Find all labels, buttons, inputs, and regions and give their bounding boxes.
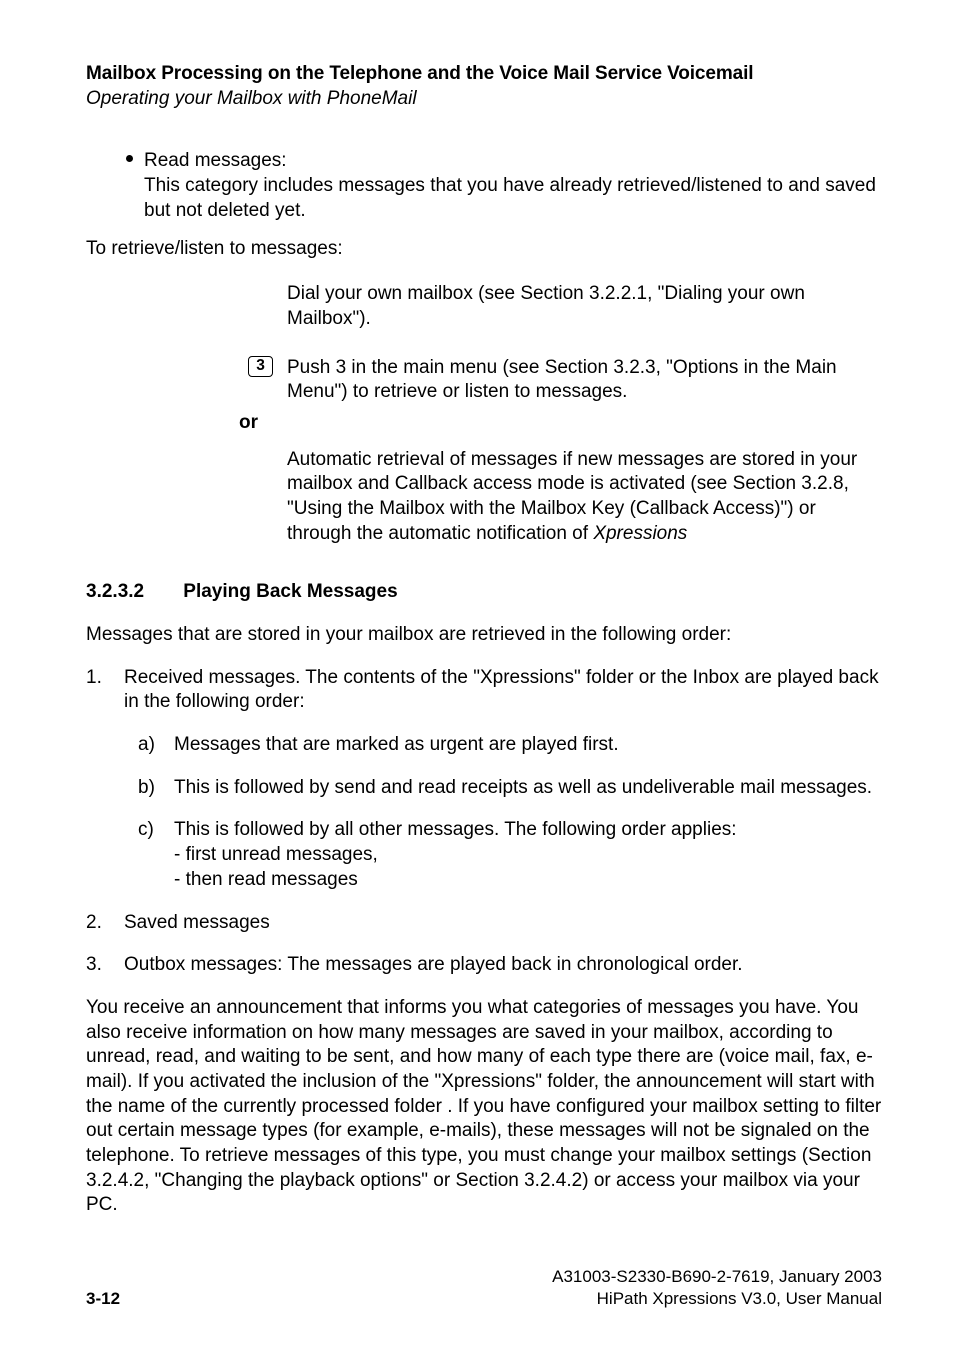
step-dial-row: Dial your own mailbox (see Section 3.2.2… <box>86 282 882 331</box>
footer-doc-id: A31003-S2330-B690-2-7619, January 2003 <box>552 1266 882 1288</box>
step-auto-italic: Xpressions <box>593 523 687 544</box>
ol-num-3: 3. <box>86 953 124 978</box>
ol-sub-c-num: c) <box>138 818 174 843</box>
retrieve-lead: To retrieve/listen to messages: <box>86 237 882 262</box>
section-title-3232: Playing Back Messages <box>183 581 397 602</box>
ol-item-1: 1. Received messages. The contents of th… <box>86 666 882 715</box>
page-subtitle: Operating your Mailbox with PhoneMail <box>86 87 882 112</box>
bullet-read-label: Read messages: <box>144 149 882 174</box>
ol-sub-b-body: This is followed by send and read receip… <box>174 776 882 801</box>
ol-num-1: 1. <box>86 666 124 691</box>
bullet-icon <box>126 155 144 162</box>
ol-sub-a: a) Messages that are marked as urgent ar… <box>138 733 882 758</box>
step-auto-text: Automatic retrieval of messages if new m… <box>287 449 857 544</box>
ol-sub-b-num: b) <box>138 776 174 801</box>
ol-sub-b: b) This is followed by send and read rec… <box>138 776 882 801</box>
bullet-read-body: This category includes messages that you… <box>144 174 882 223</box>
step-or-label: or <box>86 411 882 436</box>
ol-sub-c-body: This is followed by all other messages. … <box>174 818 882 843</box>
footer-page-number: 3-12 <box>86 1288 120 1310</box>
step-auto-row: Automatic retrieval of messages if new m… <box>86 448 882 547</box>
ol-item-3: 3. Outbox messages: The messages are pla… <box>86 953 882 978</box>
keycap-3-icon: 3 <box>248 356 273 377</box>
bullet-read-messages: Read messages: This category includes me… <box>86 149 882 223</box>
ol-body-1: Received messages. The contents of the "… <box>124 666 882 715</box>
ol-body-3: Outbox messages: The messages are played… <box>124 953 882 978</box>
ol-sub-c: c) This is followed by all other message… <box>138 818 882 892</box>
ol-sub-c-line2: - then read messages <box>174 868 882 893</box>
page-title: Mailbox Processing on the Telephone and … <box>86 62 882 87</box>
paragraph-announcement: You receive an announcement that informs… <box>86 996 882 1218</box>
ol-sub-c-line1: - first unread messages, <box>174 843 882 868</box>
ol-sub-a-num: a) <box>138 733 174 758</box>
page-footer: 3-12 A31003-S2330-B690-2-7619, January 2… <box>86 1266 882 1310</box>
ol-sub-a-body: Messages that are marked as urgent are p… <box>174 733 882 758</box>
paragraph-retrieve-order: Messages that are stored in your mailbox… <box>86 623 882 648</box>
step-push3-row: 3 Push 3 in the main menu (see Section 3… <box>86 356 882 405</box>
ol-item-2: 2. Saved messages <box>86 911 882 936</box>
section-number-3232: 3.2.3.2 <box>86 580 178 605</box>
ol-body-2: Saved messages <box>124 911 882 936</box>
ol-num-2: 2. <box>86 911 124 936</box>
step-dial-text: Dial your own mailbox (see Section 3.2.2… <box>287 282 882 331</box>
step-push3-text: Push 3 in the main menu (see Section 3.2… <box>287 356 882 405</box>
footer-product: HiPath Xpressions V3.0, User Manual <box>552 1288 882 1310</box>
